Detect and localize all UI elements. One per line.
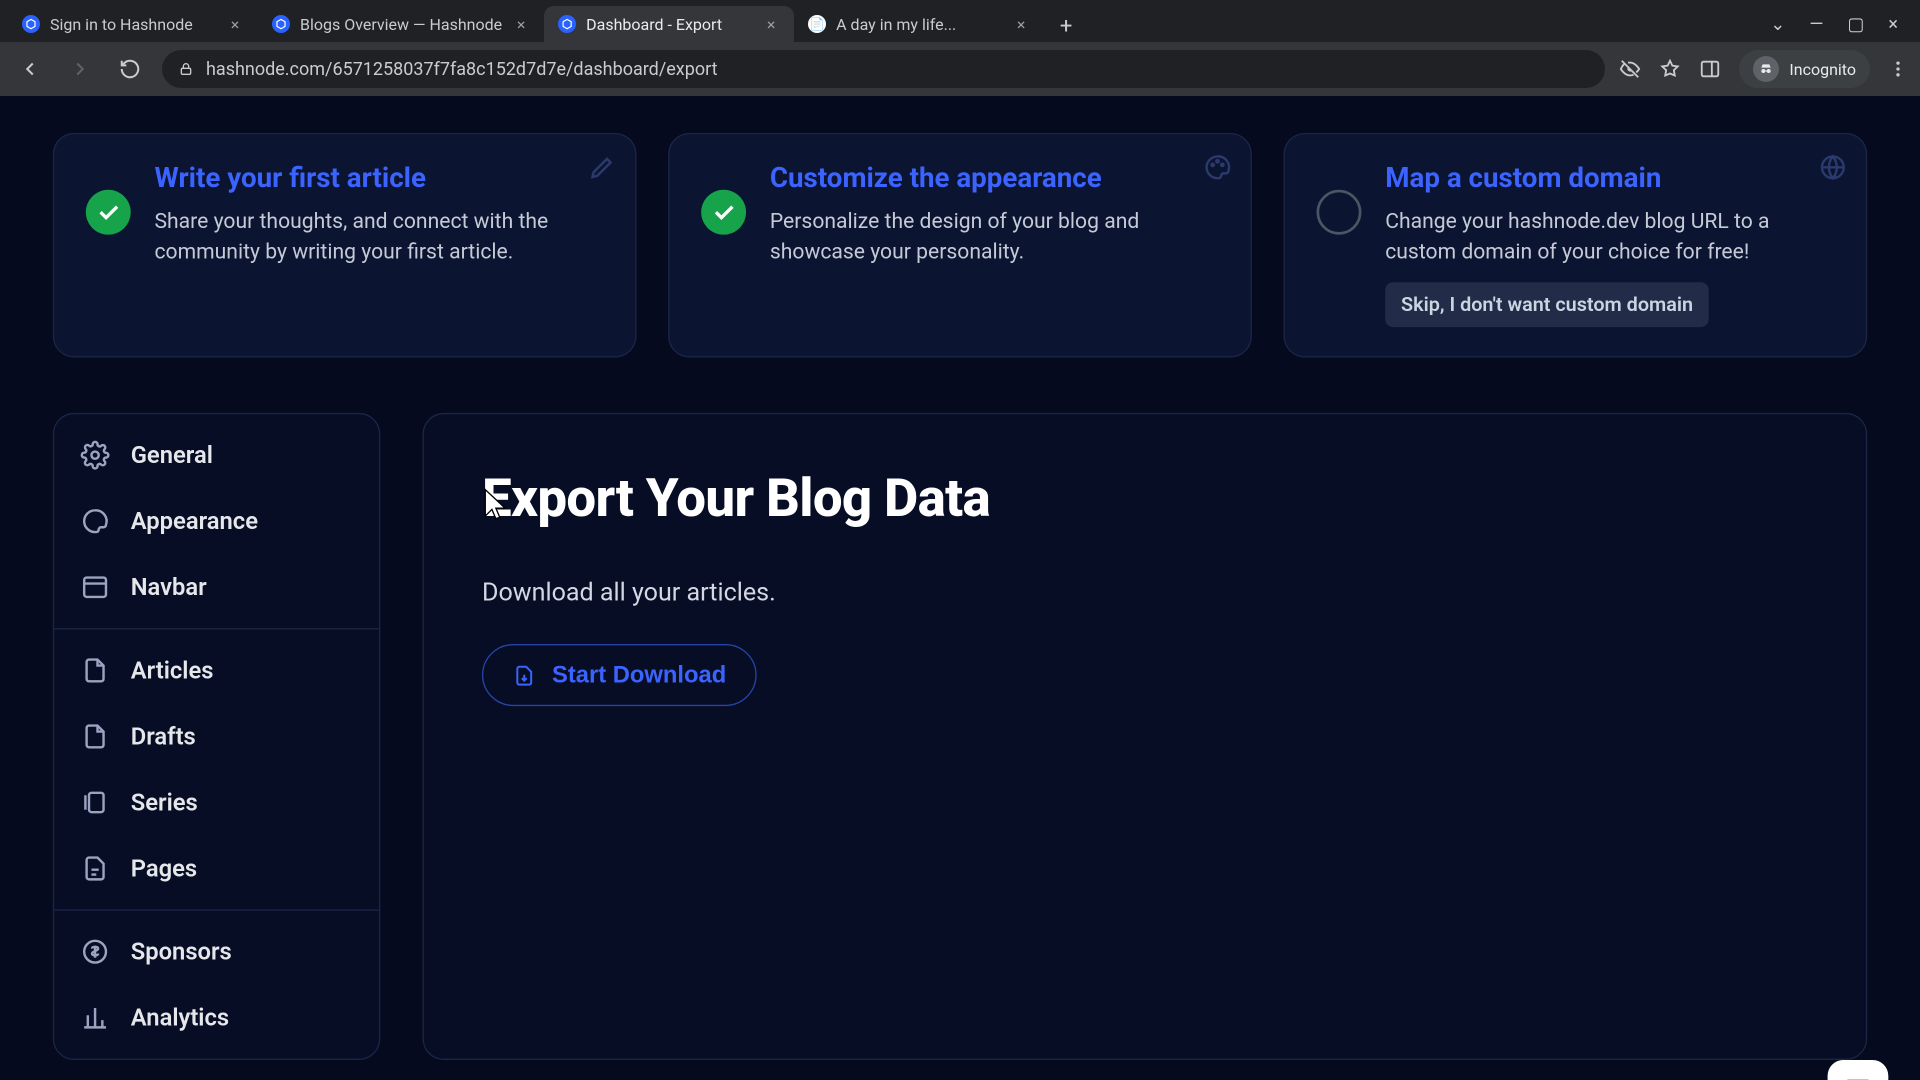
- document-icon: [81, 722, 110, 751]
- sidebar-item-articles[interactable]: Articles: [54, 638, 379, 704]
- incognito-badge[interactable]: Incognito: [1739, 50, 1870, 88]
- window-controls: ⌄ ― ▢ ×: [1756, 6, 1912, 42]
- hashnode-icon: ⬡: [22, 15, 40, 33]
- skip-domain-button[interactable]: Skip, I don't want custom domain: [1385, 283, 1709, 328]
- address-bar[interactable]: hashnode.com/6571258037f7fa8c152d7d7e/da…: [162, 50, 1605, 88]
- sidebar-item-appearance[interactable]: Appearance: [54, 489, 379, 555]
- reload-button[interactable]: [112, 51, 148, 87]
- browser-tab[interactable]: ⬡ Blogs Overview — Hashnode ×: [258, 6, 544, 42]
- hashnode-icon: ⬡: [272, 15, 290, 33]
- sidebar-item-label: Series: [131, 789, 198, 817]
- close-icon[interactable]: ×: [1012, 15, 1030, 33]
- chart-icon: [81, 1004, 110, 1033]
- palette-icon: [1203, 153, 1232, 182]
- document-icon: [81, 656, 110, 685]
- gear-icon: [81, 441, 110, 470]
- forward-button[interactable]: [62, 51, 98, 87]
- toolbar-right: Incognito: [1619, 50, 1908, 88]
- card-title: Map a custom domain: [1385, 163, 1834, 195]
- back-button[interactable]: [12, 51, 48, 87]
- export-panel: Export Your Blog Data Download all your …: [423, 413, 1868, 1060]
- browser-tab-strip: ⬡ Sign in to Hashnode × ⬡ Blogs Overview…: [0, 0, 1920, 42]
- close-icon[interactable]: ×: [512, 15, 530, 33]
- onboarding-cards: Write your first article Share your thou…: [0, 96, 1920, 358]
- tab-label: Blogs Overview — Hashnode: [300, 15, 502, 34]
- browser-tab[interactable]: 📄 A day in my life... ×: [794, 6, 1044, 42]
- sidebar-item-label: Analytics: [131, 1004, 229, 1032]
- sidebar-item-label: Sponsors: [131, 938, 232, 966]
- download-file-icon: [512, 664, 536, 688]
- card-title: Customize the appearance: [770, 163, 1219, 195]
- browser-tab[interactable]: ⬡ Sign in to Hashnode ×: [8, 6, 258, 42]
- sidebar-item-analytics[interactable]: Analytics: [54, 985, 379, 1051]
- stack-icon: [81, 788, 110, 817]
- tab-label: A day in my life...: [836, 15, 956, 34]
- sidebar-item-label: Navbar: [131, 574, 207, 602]
- lock-icon: [178, 61, 194, 77]
- sidebar-item-label: Drafts: [131, 723, 196, 751]
- sidebar-item-general[interactable]: General: [54, 423, 379, 489]
- incognito-label: Incognito: [1789, 60, 1856, 79]
- sidebar-item-label: Articles: [131, 657, 214, 685]
- close-window-icon[interactable]: ×: [1888, 14, 1898, 35]
- hashnode-icon: ⬡: [558, 15, 576, 33]
- page-icon: [81, 854, 110, 883]
- card-title: Write your first article: [154, 163, 603, 195]
- sidebar-item-label: Appearance: [131, 508, 258, 536]
- palette-icon: [81, 507, 110, 536]
- sidebar-item-drafts[interactable]: Drafts: [54, 704, 379, 770]
- browser-toolbar: hashnode.com/6571258037f7fa8c152d7d7e/da…: [0, 42, 1920, 96]
- url-text: hashnode.com/6571258037f7fa8c152d7d7e/da…: [206, 59, 718, 80]
- incognito-icon: [1753, 56, 1779, 82]
- close-icon[interactable]: ×: [226, 15, 244, 33]
- dollar-icon: [81, 938, 110, 967]
- card-desc: Personalize the design of your blog and …: [770, 206, 1219, 267]
- sidebar-item-label: Pages: [131, 855, 197, 883]
- star-icon[interactable]: [1659, 58, 1681, 80]
- start-download-button[interactable]: Start Download: [482, 645, 757, 707]
- sidebar-item-pages[interactable]: Pages: [54, 836, 379, 902]
- tab-label: Sign in to Hashnode: [50, 15, 193, 34]
- panel-icon[interactable]: [1699, 58, 1721, 80]
- sidebar-item-navbar[interactable]: Navbar: [54, 555, 379, 621]
- dashboard-sidebar: General Appearance Navbar: [53, 413, 380, 1060]
- card-desc: Share your thoughts, and connect with th…: [154, 206, 603, 267]
- check-circle-icon: [701, 190, 746, 235]
- card-desc: Change your hashnode.dev blog URL to a c…: [1385, 206, 1834, 267]
- chevron-down-icon[interactable]: ⌄: [1770, 14, 1785, 35]
- page-title: Export Your Blog Data: [482, 468, 1808, 530]
- check-circle-icon: [86, 190, 131, 235]
- sidebar-item-series[interactable]: Series: [54, 770, 379, 836]
- tab-label: Dashboard - Export: [586, 15, 722, 34]
- eye-off-icon[interactable]: [1619, 58, 1641, 80]
- onboarding-card-domain[interactable]: Map a custom domain Change your hashnode…: [1284, 133, 1868, 358]
- new-tab-button[interactable]: +: [1050, 10, 1082, 42]
- globe-icon: [1818, 153, 1847, 182]
- maximize-icon[interactable]: ▢: [1847, 14, 1864, 35]
- onboarding-card-write[interactable]: Write your first article Share your thou…: [53, 133, 637, 358]
- kebab-menu-icon[interactable]: [1888, 59, 1908, 79]
- close-icon[interactable]: ×: [762, 15, 780, 33]
- sidebar-item-sponsors[interactable]: Sponsors: [54, 919, 379, 985]
- minimize-icon[interactable]: ―: [1809, 14, 1823, 35]
- empty-circle-icon: [1317, 190, 1362, 235]
- page-subtitle: Download all your articles.: [482, 577, 1808, 607]
- document-icon: 📄: [808, 15, 826, 33]
- sidebar-item-label: General: [131, 442, 213, 470]
- browser-tab-active[interactable]: ⬡ Dashboard - Export ×: [544, 6, 794, 42]
- layout-icon: [81, 573, 110, 602]
- download-button-label: Start Download: [552, 662, 726, 690]
- pencil-icon: [588, 153, 617, 182]
- chat-widget-button[interactable]: [1828, 1060, 1889, 1080]
- onboarding-card-appearance[interactable]: Customize the appearance Personalize the…: [668, 133, 1252, 358]
